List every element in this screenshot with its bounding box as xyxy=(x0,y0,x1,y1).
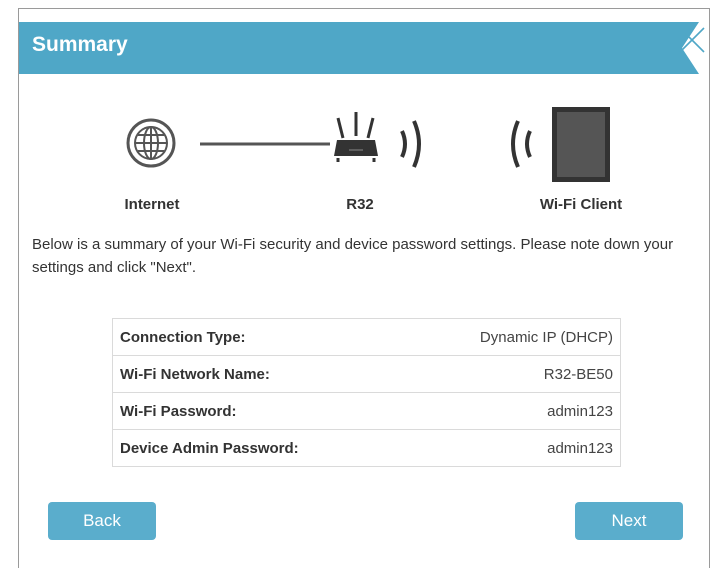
back-button[interactable]: Back xyxy=(48,502,156,540)
wifi-network-name-value: R32-BE50 xyxy=(400,355,622,393)
connection-type-value: Dynamic IP (DHCP) xyxy=(400,318,622,356)
router-label: R32 xyxy=(346,196,374,213)
wifi-wave-icon-client xyxy=(511,120,532,168)
table-row: Connection Type: Dynamic IP (DHCP) xyxy=(112,318,622,356)
wifi-password-label: Wi-Fi Password: xyxy=(112,392,401,430)
connection-type-label: Connection Type: xyxy=(112,318,401,356)
router-icon xyxy=(334,112,378,162)
admin-password-value: admin123 xyxy=(400,429,622,467)
admin-password-label: Device Admin Password: xyxy=(112,429,401,467)
globe-icon xyxy=(126,118,176,168)
tablet-icon xyxy=(552,107,610,182)
wifi-network-name-label: Wi-Fi Network Name: xyxy=(112,355,401,393)
table-row: Device Admin Password: admin123 xyxy=(112,429,622,467)
summary-description: Below is a summary of your Wi-Fi securit… xyxy=(32,236,674,276)
table-row: Wi-Fi Network Name: R32-BE50 xyxy=(112,355,622,393)
wifi-wave-icon xyxy=(400,120,421,168)
client-label: Wi-Fi Client xyxy=(539,196,623,213)
summary-table: Connection Type: Dynamic IP (DHCP) Wi-Fi… xyxy=(112,318,622,467)
wifi-password-value: admin123 xyxy=(400,392,622,430)
table-row: Wi-Fi Password: admin123 xyxy=(112,392,622,430)
internet-label: Internet xyxy=(124,196,180,213)
next-button[interactable]: Next xyxy=(575,502,683,540)
